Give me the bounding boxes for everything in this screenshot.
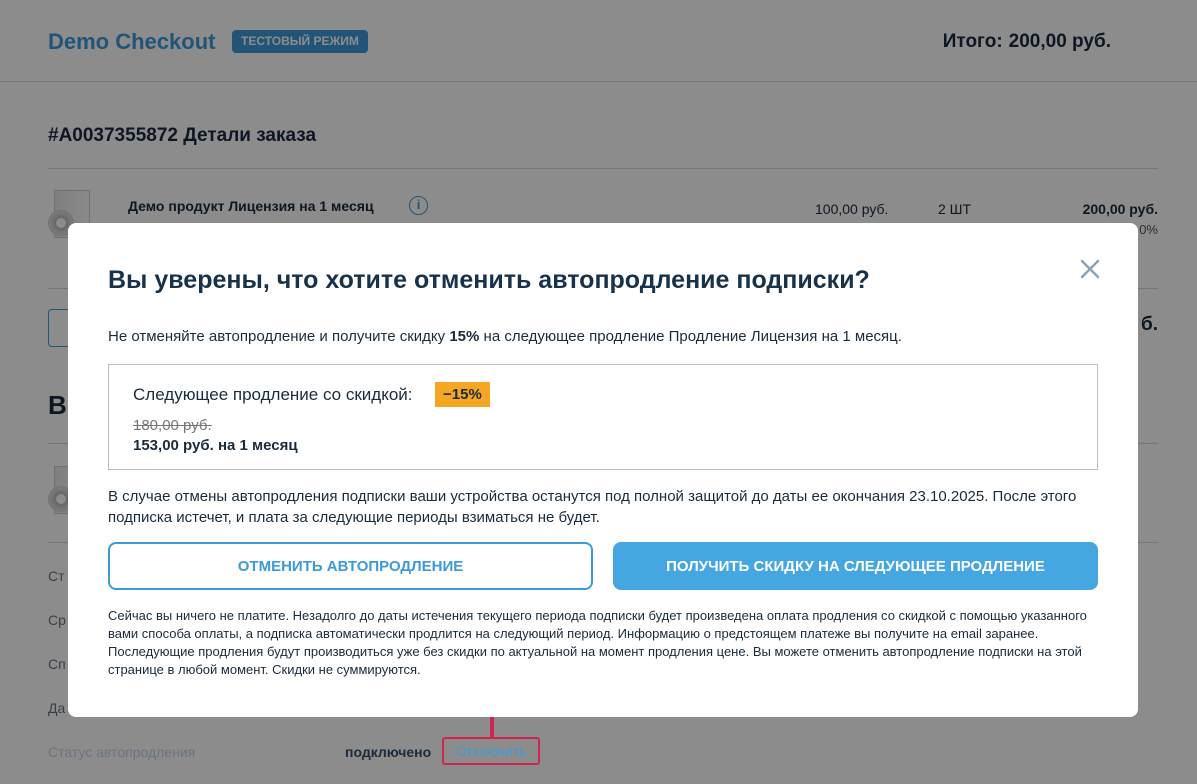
close-icon[interactable]: [1078, 257, 1102, 281]
cancel-autorenew-modal: Вы уверены, что хотите отменить автопрод…: [68, 223, 1138, 717]
disable-autorenew-link[interactable]: Отключить: [442, 737, 540, 765]
autorenew-status-label: Статус автопродления: [48, 744, 196, 760]
intro-discount-value: 15%: [449, 328, 480, 345]
intro-text-before: Не отменяйте автопродление и получите ск…: [108, 328, 450, 345]
new-price: 153,00 руб. на 1 месяц: [133, 437, 298, 454]
discount-offer-box: Следующее продление со скидкой: −15% 180…: [108, 364, 1098, 470]
modal-intro-text: Не отменяйте автопродление и получите ск…: [108, 328, 902, 345]
get-discount-button[interactable]: Получить скидку на следующее продление: [613, 542, 1098, 590]
offer-label: Следующее продление со скидкой:: [133, 385, 413, 404]
autorenew-status-value: подключено: [345, 744, 432, 760]
old-price: 180,00 руб.: [133, 417, 212, 434]
fine-print-text: Сейчас вы ничего не платите. Незадолго д…: [108, 608, 1087, 677]
discount-badge: −15%: [435, 382, 490, 407]
cancellation-note: В случае отмены автопродления подписки в…: [108, 488, 1077, 526]
intro-text-after: на следующее продление Продление Лицензи…: [479, 328, 902, 345]
cancel-autorenew-button[interactable]: Отменить автопродление: [108, 542, 593, 590]
modal-title: Вы уверены, что хотите отменить автопрод…: [108, 266, 870, 294]
